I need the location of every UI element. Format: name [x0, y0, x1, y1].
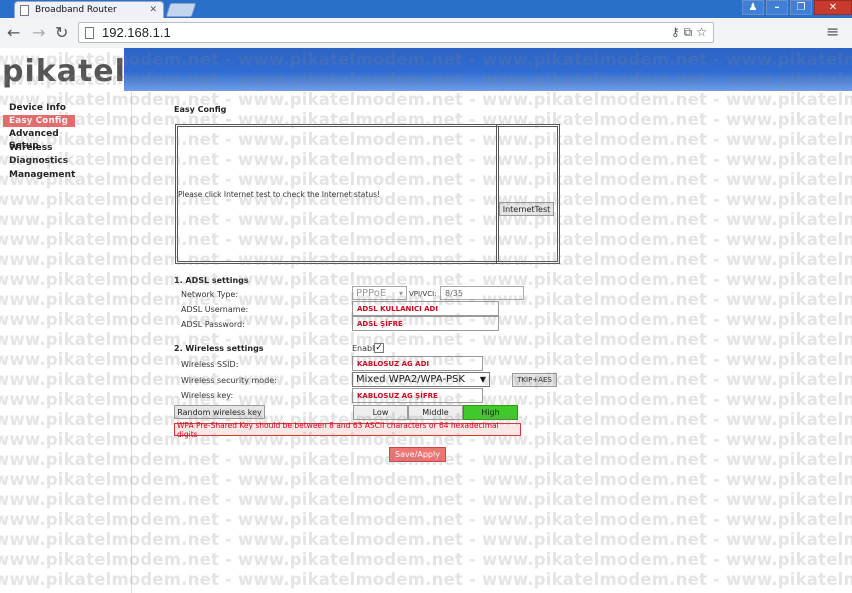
enable-wireless-checkbox[interactable]: ✓: [374, 343, 384, 353]
page-title: Easy Config: [174, 105, 227, 114]
save-apply-button[interactable]: Save/Apply: [389, 447, 446, 462]
wireless-security-mode-label: Wireless security mode:: [181, 376, 277, 385]
forward-arrow-icon[interactable]: →: [32, 23, 45, 42]
chevron-down-icon: ▾: [398, 288, 403, 298]
translate-icon[interactable]: ⧉: [684, 25, 693, 40]
network-type-value: PPPoE: [356, 287, 387, 299]
internet-test-panel: [496, 124, 560, 264]
random-wireless-key-button[interactable]: Random wireless key: [174, 405, 265, 419]
adsl-username-input[interactable]: ADSL KULLANICI ADI: [352, 301, 499, 316]
adsl-username-label: ADSL Username:: [181, 305, 249, 314]
wpa-key-warning: WPA Pre-Shared Key should be between 8 a…: [174, 421, 521, 439]
key-strength-high[interactable]: High: [463, 405, 518, 420]
key-strength-low[interactable]: Low: [353, 405, 408, 420]
minimize-window-button[interactable]: –: [766, 0, 788, 15]
page-header: pikatel: [0, 48, 852, 91]
sidebar-item-advanced-setup[interactable]: Advanced Setup: [3, 128, 75, 151]
network-type-select[interactable]: PPPoE ▾: [352, 286, 407, 300]
maximize-window-button[interactable]: ❐: [790, 0, 812, 15]
wireless-settings-heading: 2. Wireless settings: [174, 344, 264, 353]
page-icon: [85, 26, 94, 39]
adsl-settings-heading: 1. ADSL settings: [174, 276, 249, 285]
sidebar-nav: Device Info Easy Config Advanced Setup W…: [0, 91, 132, 593]
user-profile-icon[interactable]: ♟: [742, 0, 764, 15]
sidebar-item-management[interactable]: Management: [3, 169, 75, 181]
network-type-label: Network Type:: [181, 290, 239, 299]
browser-toolbar: ← → ↻ 192.168.1.1 ⚷ ⧉ ☆ ≡: [0, 18, 852, 49]
reload-icon[interactable]: ↻: [55, 23, 68, 42]
address-bar[interactable]: 192.168.1.1 ⚷ ⧉ ☆: [78, 22, 714, 43]
sidebar-item-diagnostics[interactable]: Diagnostics: [3, 155, 75, 167]
wireless-key-label: Wireless key:: [181, 391, 234, 400]
back-arrow-icon[interactable]: ←: [7, 23, 20, 42]
bookmark-star-icon[interactable]: ☆: [696, 25, 707, 40]
vpi-vci-input[interactable]: 8/35: [440, 286, 524, 300]
tab-title: Broadband Router: [35, 5, 117, 15]
status-message: Please click Internet test to check the …: [178, 190, 380, 199]
sidebar-item-easy-config[interactable]: Easy Config: [3, 115, 75, 127]
wireless-ssid-label: Wireless SSID:: [181, 360, 239, 369]
main-content: Easy Config Please click Internet test t…: [131, 91, 852, 593]
cipher-button[interactable]: TKIP+AES: [512, 373, 557, 387]
vpi-vci-label: VPI/VCI:: [409, 290, 437, 298]
page-favicon-icon: [20, 4, 29, 16]
sidebar-item-wireless[interactable]: Wireless: [3, 142, 75, 154]
key-icon[interactable]: ⚷: [671, 25, 680, 40]
wireless-security-mode-select[interactable]: Mixed WPA2/WPA-PSK ▼: [352, 372, 490, 387]
internet-test-button[interactable]: InternetTest: [499, 202, 554, 216]
adsl-password-label: ADSL Password:: [181, 320, 245, 329]
adsl-password-input[interactable]: ADSL ŞİFRE: [352, 316, 499, 331]
tab-close-icon[interactable]: ✕: [149, 5, 157, 15]
new-tab-button[interactable]: [165, 3, 197, 17]
key-strength-middle[interactable]: Middle: [408, 405, 463, 420]
wireless-key-input[interactable]: KABLOSUZ AG ŞİFRE: [352, 388, 483, 403]
sidebar-item-device-info[interactable]: Device Info: [3, 102, 75, 114]
hamburger-menu-icon[interactable]: ≡: [826, 22, 839, 41]
security-mode-value: Mixed WPA2/WPA-PSK: [356, 374, 465, 385]
url-text[interactable]: 192.168.1.1: [102, 25, 171, 40]
browser-titlebar: Broadband Router ✕ ♟ – ❐ ✕: [0, 0, 852, 18]
browser-tab[interactable]: Broadband Router ✕: [14, 1, 164, 18]
logo: pikatel: [2, 54, 126, 89]
header-banner: [124, 48, 852, 91]
close-window-button[interactable]: ✕: [814, 0, 852, 15]
wireless-ssid-input[interactable]: KABLOSUZ AG ADI: [352, 356, 483, 371]
chevron-down-icon: ▼: [479, 375, 486, 384]
